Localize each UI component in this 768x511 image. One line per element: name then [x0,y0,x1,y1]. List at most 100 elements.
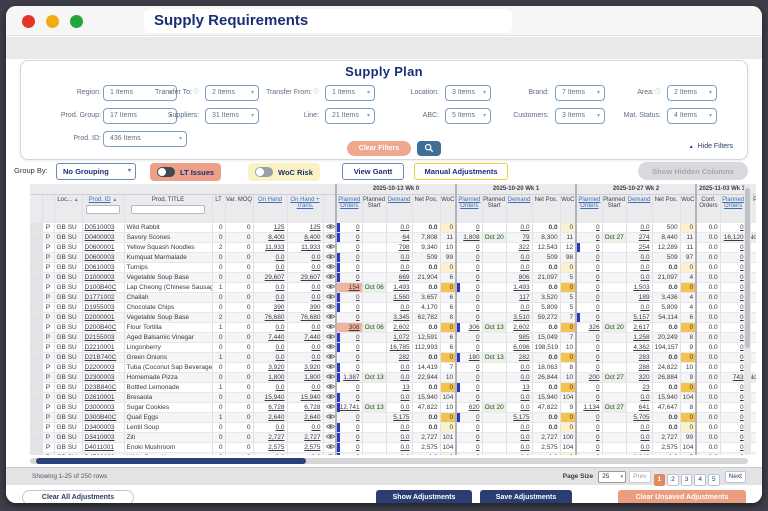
on-hand-link[interactable]: 0.0 [253,292,287,302]
planned-orders-link[interactable]: 308 [336,322,362,332]
demand-link[interactable]: 0.0 [506,402,532,412]
eye-toggle-button[interactable] [323,442,336,452]
planned-orders-link[interactable]: 0 [576,392,602,402]
demand-link[interactable]: 5,705 [626,412,652,422]
planned-orders-link[interactable]: 0 [576,222,602,232]
demand-link[interactable]: 0.0 [386,372,412,382]
on-hand-link[interactable]: 0.0 [253,322,287,332]
planned-orders-link[interactable]: 0 [456,372,482,382]
demand-link[interactable]: 985 [506,332,532,342]
demand-link[interactable]: 0.0 [506,262,532,272]
on-hand-trans-link[interactable]: 390 [287,302,323,312]
planned-orders-link[interactable]: 0 [336,272,362,282]
planned-orders-link[interactable]: 0 [456,452,482,455]
planned-orders-link[interactable]: 200 [576,372,602,382]
on-hand-trans-link[interactable]: 3,920 [287,362,323,372]
demand-link[interactable]: 2,602 [506,322,532,332]
demand-link[interactable]: 189 [626,292,652,302]
planned-orders-link[interactable]: 0 [336,312,362,322]
demand-link[interactable]: 0.0 [386,302,412,312]
planned-orders-link[interactable]: 0 [576,422,602,432]
demand-link[interactable]: 0.0 [506,452,532,455]
eye-toggle-button[interactable] [323,242,336,252]
planned-orders-link[interactable]: 1,134 [576,402,602,412]
planned-orders-link[interactable]: 0 [720,362,746,372]
prod-id-link[interactable]: D100B40C [82,282,124,292]
prod-id-link[interactable]: D2155003 [82,332,124,342]
on-hand-link[interactable]: 11,933 [253,242,287,252]
eye-toggle-button[interactable] [323,332,336,342]
planned-orders-link[interactable]: 0 [576,232,602,242]
prod-id-link[interactable]: D1955003 [82,302,124,312]
planned-orders-link[interactable]: 0 [720,442,746,452]
demand-link[interactable]: 1,072 [386,332,412,342]
eye-toggle-button[interactable] [323,222,336,232]
on-hand-link[interactable]: 2,575 [253,442,287,452]
prod-id-link[interactable]: D23B840C [82,382,124,392]
eye-toggle-button[interactable] [323,432,336,442]
planned-orders-link[interactable]: 0 [576,302,602,312]
planned-orders-link[interactable]: 0 [720,282,746,292]
planned-orders-link[interactable]: 0 [456,412,482,422]
demand-link[interactable]: 3,345 [386,312,412,322]
planned-orders-link[interactable]: 306 [456,322,482,332]
on-hand-trans-link[interactable]: 8,400 [287,232,323,242]
hide-filters-link[interactable]: ▲ Hide Filters [689,143,733,150]
eye-toggle-button[interactable] [323,422,336,432]
on-hand-trans-link[interactable]: 7,440 [287,332,323,342]
planned-orders-link[interactable]: 0 [576,332,602,342]
demand-link[interactable]: 1,503 [626,282,652,292]
eye-toggle-button[interactable] [323,382,336,392]
demand-link[interactable]: 117 [506,292,532,302]
planned-orders-link[interactable]: 1,387 [336,372,362,382]
column-header-demand[interactable]: Demand [386,194,412,222]
demand-link[interactable]: 254 [626,242,652,252]
planned-orders-link[interactable]: 0 [336,252,362,262]
on-hand-link[interactable]: 6,728 [253,402,287,412]
demand-link[interactable]: 0.0 [626,252,652,262]
planned-orders-link[interactable]: 0 [576,452,602,455]
planned-orders-link[interactable]: 12,741 [336,402,362,412]
on-hand-link[interactable]: 125 [253,222,287,232]
demand-link[interactable]: 288 [626,362,652,372]
planned-orders-link[interactable]: 0 [336,392,362,402]
page-button-4[interactable]: 4 [694,474,706,486]
on-hand-trans-link[interactable]: 1,800 [287,372,323,382]
clear-all-adjustments-button[interactable]: Clear All Adjustments [22,490,134,503]
on-hand-trans-link[interactable]: 0.0 [287,452,323,455]
demand-link[interactable]: 0.0 [386,402,412,412]
planned-orders-link[interactable]: 0 [576,362,602,372]
on-hand-link[interactable]: 1,800 [253,372,287,382]
planned-orders-link[interactable]: 0 [336,292,362,302]
prod-id-link[interactable]: D1771002 [82,292,124,302]
prod-title-filter-input[interactable] [131,205,205,214]
planned-orders-link[interactable]: 1,808 [456,232,482,242]
demand-link[interactable]: 4,362 [626,342,652,352]
planned-orders-link[interactable]: 0 [720,262,746,272]
demand-link[interactable]: 1,493 [386,282,412,292]
eye-toggle-button[interactable] [323,392,336,402]
planned-orders-link[interactable]: 0 [336,302,362,312]
on-hand-link[interactable]: 0.0 [253,452,287,455]
eye-toggle-button[interactable] [323,302,336,312]
planned-orders-link[interactable]: 0 [456,292,482,302]
on-hand-trans-link[interactable]: 15,940 [287,392,323,402]
demand-link[interactable]: 0.0 [626,392,652,402]
column-header-loc[interactable]: Loc... ▲ [54,194,82,222]
planned-orders-link[interactable]: 0 [336,432,362,442]
demand-link[interactable]: 806 [506,272,532,282]
planned-orders-link[interactable]: 180 [456,352,482,362]
demand-link[interactable]: 0.0 [626,262,652,272]
on-hand-trans-link[interactable]: 0.0 [287,252,323,262]
on-hand-link[interactable]: 2,640 [253,412,287,422]
demand-link[interactable]: 0.0 [506,302,532,312]
column-header-demand[interactable]: Demand [626,194,652,222]
planned-orders-link[interactable]: 0 [336,382,362,392]
on-hand-link[interactable]: 2,727 [253,432,287,442]
demand-link[interactable]: 283 [626,352,652,362]
demand-link[interactable]: 0.0 [506,432,532,442]
demand-link[interactable]: 5,157 [626,312,652,322]
on-hand-trans-link[interactable]: 76,680 [287,312,323,322]
prod-id-link[interactable]: D0510003 [82,222,124,232]
planned-orders-link[interactable]: 0 [456,222,482,232]
